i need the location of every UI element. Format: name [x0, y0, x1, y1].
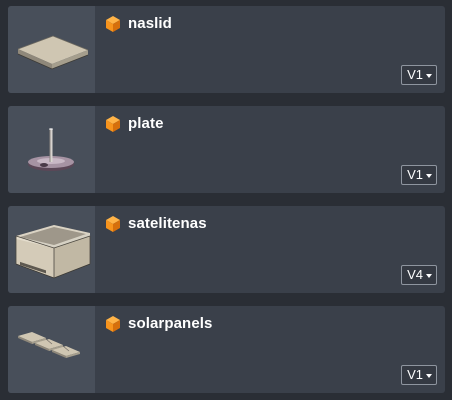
design-name[interactable]: satelitenas: [128, 215, 207, 233]
design-card-plate[interactable]: plate V1: [8, 106, 445, 193]
version-label: V1: [407, 67, 423, 82]
orange-cube-icon: [104, 315, 122, 333]
design-name[interactable]: naslid: [128, 15, 172, 33]
design-card-naslid[interactable]: naslid V1: [8, 6, 445, 93]
design-name[interactable]: solarpanels: [128, 315, 212, 333]
design-name[interactable]: plate: [128, 115, 164, 133]
design-list: naslid V1 plate V1 satelitenas V4 solarp…: [0, 0, 452, 400]
orange-cube-icon: [104, 215, 122, 233]
thumbnail-plate[interactable]: [8, 106, 95, 193]
thumbnail-satelitenas[interactable]: [8, 206, 95, 293]
chevron-down-icon: [426, 173, 432, 178]
version-dropdown[interactable]: V1: [401, 365, 437, 385]
version-label: V1: [407, 167, 423, 182]
version-label: V4: [407, 267, 423, 282]
design-card-satelitenas[interactable]: satelitenas V4: [8, 206, 445, 293]
chevron-down-icon: [426, 373, 432, 378]
version-dropdown[interactable]: V1: [401, 65, 437, 85]
thumbnail-naslid[interactable]: [8, 6, 95, 93]
orange-cube-icon: [104, 115, 122, 133]
version-dropdown[interactable]: V4: [401, 265, 437, 285]
orange-cube-icon: [104, 15, 122, 33]
thumbnail-solarpanels[interactable]: [8, 306, 95, 393]
version-dropdown[interactable]: V1: [401, 165, 437, 185]
chevron-down-icon: [426, 73, 432, 78]
chevron-down-icon: [426, 273, 432, 278]
version-label: V1: [407, 367, 423, 382]
design-card-solarpanels[interactable]: solarpanels V1: [8, 306, 445, 393]
